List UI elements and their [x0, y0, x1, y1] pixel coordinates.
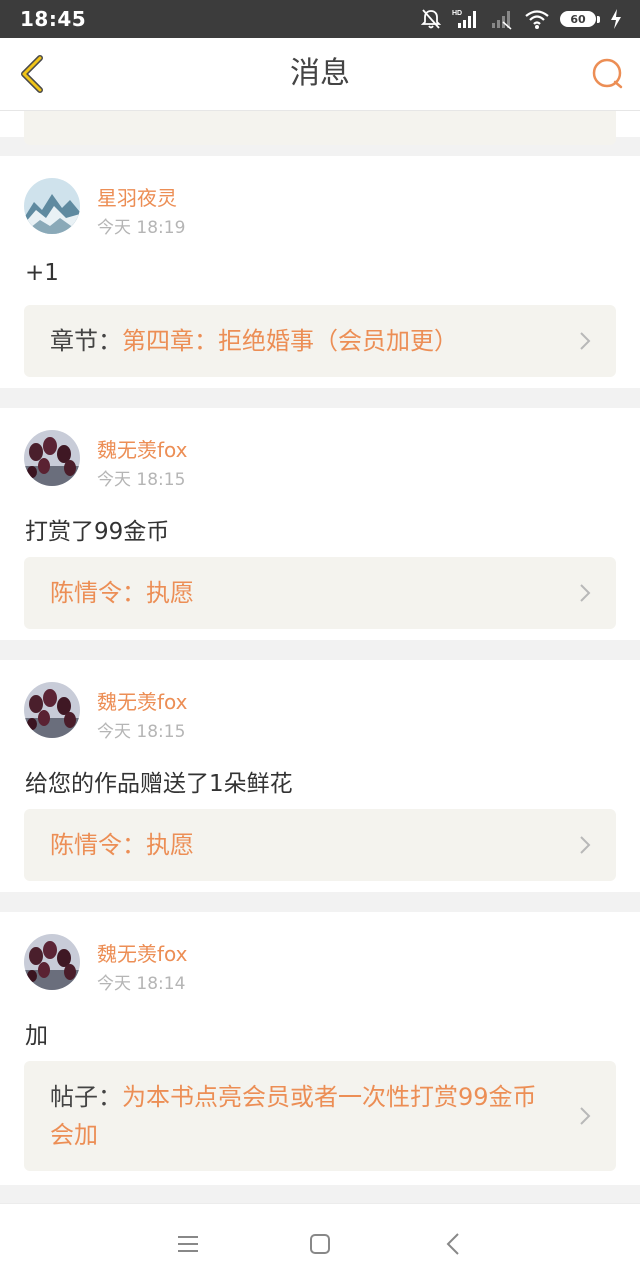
signal-icon [492, 11, 512, 30]
previous-card-tail [0, 111, 640, 145]
battery-icon: 60 [560, 11, 600, 27]
previous-card-reference [24, 111, 616, 145]
message-time: 今天 18:14 [97, 974, 186, 994]
reference-value: 为本书点亮会员或者一次性打赏99金币会加 [50, 1083, 537, 1149]
avatar[interactable] [24, 178, 80, 234]
tulips-avatar [24, 430, 80, 486]
message-card: 魏无羡fox 今天 18:15 给您的作品赠送了1朵鲜花 陈情令：执愿 [0, 660, 640, 892]
avatar[interactable] [24, 430, 80, 486]
battery-level: 60 [570, 12, 586, 26]
chevron-right-icon [580, 332, 591, 350]
signal-hd-icon: HD [452, 10, 476, 28]
message-time: 今天 18:19 [97, 218, 186, 238]
tulips-avatar [24, 682, 80, 738]
menu-icon[interactable] [172, 1228, 204, 1260]
message-card: 星羽夜灵 今天 18:19 +1 章节：第四章：拒绝婚事（会员加更） [0, 156, 640, 388]
message-text: 加 [25, 1023, 48, 1049]
reference-label: 章节： [50, 327, 122, 355]
username[interactable]: 魏无羡fox [97, 686, 188, 715]
system-nav-bar [0, 1203, 640, 1281]
reference-link[interactable]: 章节：第四章：拒绝婚事（会员加更） [24, 305, 616, 377]
home-square-icon[interactable] [304, 1228, 336, 1260]
message-time: 今天 18:15 [97, 722, 186, 742]
wifi-icon [525, 10, 549, 29]
charging-icon [611, 9, 621, 29]
chevron-right-icon [580, 1107, 591, 1125]
bell-muted-icon [420, 9, 442, 29]
status-time: 18:45 [20, 7, 87, 31]
message-card: 魏无羡fox 今天 18:14 加 帖子：为本书点亮会员或者一次性打赏99金币会… [0, 912, 640, 1185]
message-card: 魏无羡fox 今天 18:15 打赏了99金币 陈情令：执愿 [0, 408, 640, 640]
reference-value: 第四章：拒绝婚事（会员加更） [122, 327, 458, 355]
message-text: 打赏了99金币 [25, 519, 170, 545]
chevron-right-icon [580, 836, 591, 854]
svg-text:HD: HD [452, 10, 462, 17]
chevron-right-icon [580, 584, 591, 602]
tulips-avatar [24, 934, 80, 990]
reference-value: 陈情令：执愿 [50, 579, 194, 607]
search-icon[interactable] [588, 54, 628, 94]
message-text: +1 [25, 260, 59, 286]
reference-link[interactable]: 陈情令：执愿 [24, 809, 616, 881]
avatar[interactable] [24, 934, 80, 990]
message-list[interactable]: 星羽夜灵 今天 18:19 +1 章节：第四章：拒绝婚事（会员加更） 魏无羡fo… [0, 111, 640, 1203]
message-text: 给您的作品赠送了1朵鲜花 [25, 771, 293, 797]
username[interactable]: 魏无羡fox [97, 434, 188, 463]
back-triangle-icon[interactable] [438, 1228, 470, 1260]
reference-label: 帖子： [50, 1083, 122, 1111]
username[interactable]: 星羽夜灵 [97, 182, 177, 211]
reference-link[interactable]: 帖子：为本书点亮会员或者一次性打赏99金币会加 [24, 1061, 616, 1171]
page-title: 消息 [290, 56, 350, 91]
reference-link[interactable]: 陈情令：执愿 [24, 557, 616, 629]
reference-value: 陈情令：执愿 [50, 831, 194, 859]
status-bar: 18:45 HD 60 [0, 0, 640, 38]
avatar[interactable] [24, 682, 80, 738]
username[interactable]: 魏无羡fox [97, 938, 188, 967]
header: 消息 [0, 38, 640, 111]
status-icons: HD 60 [420, 8, 622, 30]
snowy-mountain-avatar [24, 178, 80, 234]
message-time: 今天 18:15 [97, 470, 186, 490]
